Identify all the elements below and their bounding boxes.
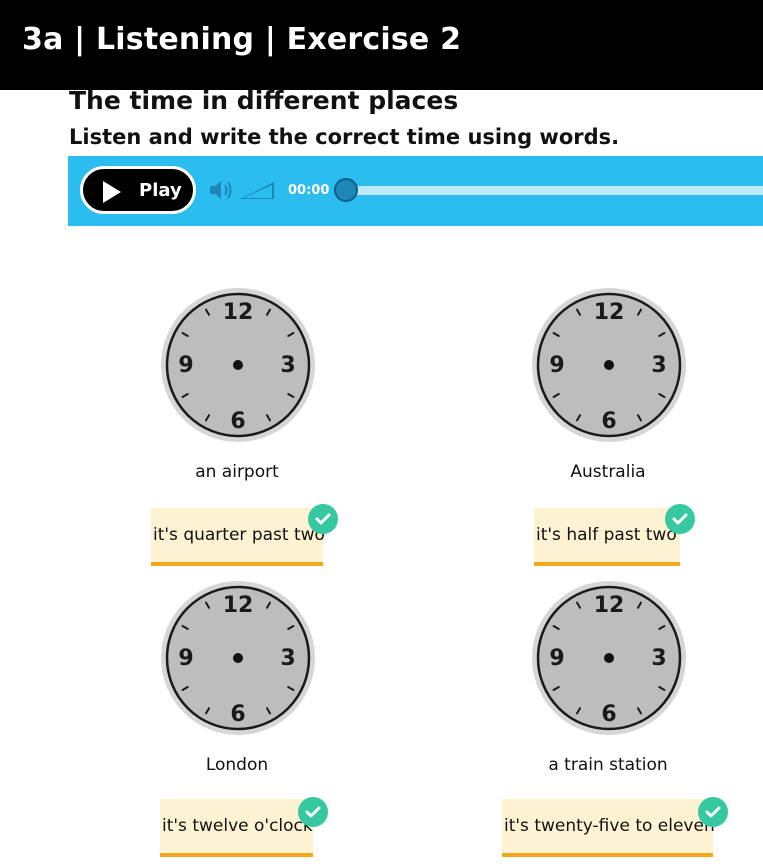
play-icon [103, 181, 121, 203]
clock-face: 12 3 6 9 [160, 287, 316, 443]
answer-text: it's twenty-five to eleven [504, 816, 715, 836]
clock-center [233, 360, 243, 370]
clock-numeral: 6 [601, 702, 616, 727]
clock-face: 12 3 6 9 [531, 287, 687, 443]
place-label: an airport [195, 462, 279, 482]
place-label: a train station [548, 755, 668, 775]
clock-numeral: 12 [594, 300, 625, 325]
clock-icon: 12 3 6 9 [532, 288, 686, 442]
clock-numeral: 9 [178, 646, 193, 671]
clock-numeral: 12 [594, 593, 625, 618]
progress-knob[interactable] [334, 178, 358, 202]
check-icon [298, 797, 328, 827]
clock-numeral: 9 [178, 353, 193, 378]
clock-face: 12 3 6 9 [531, 580, 687, 736]
answer-field[interactable]: it's half past two [534, 508, 680, 566]
page-header-title: 3a | Listening | Exercise 2 [22, 22, 462, 57]
clock-numeral: 6 [230, 702, 245, 727]
volume-slider[interactable] [240, 182, 276, 200]
clock-numeral: 9 [549, 353, 564, 378]
audio-player: Play 00:00 [68, 156, 763, 226]
place-label: London [205, 755, 269, 775]
clock-numeral: 12 [223, 300, 254, 325]
clock-numeral: 3 [651, 646, 666, 671]
exercise-heading: The time in different places [69, 86, 459, 115]
clock-numeral: 3 [280, 353, 295, 378]
clock-numeral: 12 [223, 593, 254, 618]
clock-icon: 12 3 6 9 [161, 288, 315, 442]
clock-icon: 12 3 6 9 [161, 581, 315, 735]
answer-text: it's twelve o'clock [162, 816, 313, 836]
answer-text: it's half past two [536, 525, 677, 545]
check-icon [665, 504, 695, 534]
clock-numeral: 3 [280, 646, 295, 671]
time-display: 00:00 [288, 183, 330, 198]
place-label: Australia [570, 462, 646, 482]
clock-center [604, 653, 614, 663]
clock-face: 12 3 6 9 [160, 580, 316, 736]
answer-field[interactable]: it's quarter past two [151, 508, 325, 566]
answer-field[interactable]: it's twenty-five to eleven [502, 799, 715, 857]
play-button[interactable]: Play [80, 166, 196, 214]
answer-field[interactable]: it's twelve o'clock [160, 799, 313, 857]
clock-center [604, 360, 614, 370]
clock-icon: 12 3 6 9 [532, 581, 686, 735]
clock-numeral: 6 [601, 409, 616, 434]
clock-center [233, 653, 243, 663]
check-icon [698, 797, 728, 827]
answer-text: it's quarter past two [153, 525, 325, 545]
clock-numeral: 6 [230, 409, 245, 434]
play-button-label: Play [139, 180, 182, 201]
exercise-instruction: Listen and write the correct time using … [69, 125, 620, 149]
clock-numeral: 3 [651, 353, 666, 378]
volume-icon[interactable] [208, 178, 236, 202]
clock-numeral: 9 [549, 646, 564, 671]
check-icon [308, 504, 338, 534]
progress-track[interactable] [346, 186, 763, 195]
header-bar: 3a | Listening | Exercise 2 [0, 0, 763, 90]
